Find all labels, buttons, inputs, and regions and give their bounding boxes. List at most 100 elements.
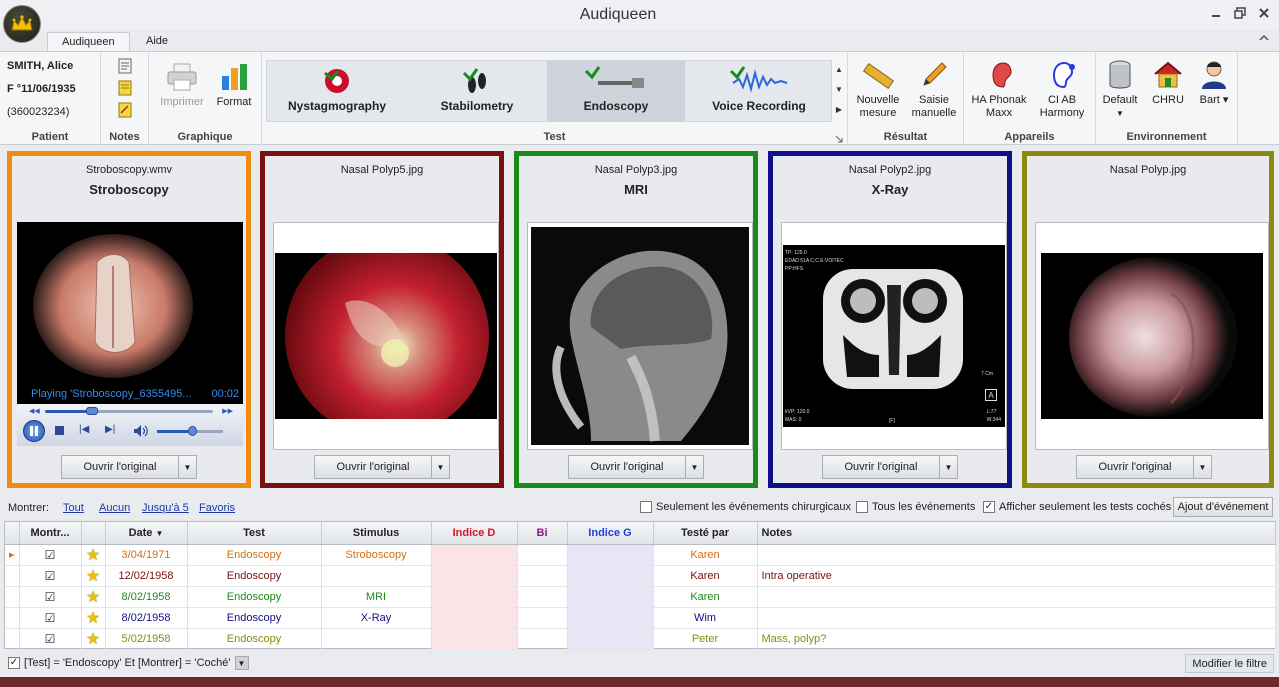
filter-status-bar: ✓ [Test] = 'Endoscopy' Et [Montrer] = 'C… xyxy=(0,652,1279,676)
minimize-icon[interactable] xyxy=(1209,6,1223,20)
all-events-checkbox[interactable]: Tous les événements xyxy=(856,501,975,513)
open-original-button[interactable]: Ouvrir l'original ▼ xyxy=(1076,455,1212,479)
favorite-star-icon[interactable]: ★ xyxy=(81,544,106,566)
open-original-button[interactable]: Ouvrir l'original ▼ xyxy=(314,455,450,479)
open-original-button[interactable]: Ouvrir l'original ▼ xyxy=(822,455,958,479)
hearing-aid-button[interactable]: HA Phonak Maxx xyxy=(968,58,1030,120)
rewind-icon[interactable]: ◀◀ xyxy=(29,407,40,415)
scroll-more-icon[interactable]: ▶ xyxy=(834,100,844,120)
media-card-xray[interactable]: Nasal Polyp2.jpg X-Ray TP: 125.0 EDAD 51… xyxy=(768,151,1012,488)
chevron-down-icon[interactable]: ▼ xyxy=(939,456,957,478)
image-frame[interactable] xyxy=(527,222,753,450)
open-original-button[interactable]: Ouvrir l'original ▼ xyxy=(568,455,704,479)
video-player[interactable]: Playing 'Stroboscopy_6355495... 00:02 ◀◀… xyxy=(17,222,243,446)
dialog-launcher-icon[interactable] xyxy=(835,134,843,143)
filter-enabled-checkbox[interactable]: ✓ xyxy=(8,657,20,669)
show-checkbox[interactable]: ☑ xyxy=(19,565,82,587)
note-edit-icon[interactable] xyxy=(117,102,133,121)
chevron-down-icon[interactable]: ▼ xyxy=(178,456,196,478)
default-env-button[interactable]: Default ▼ xyxy=(1098,58,1142,120)
column-header-index-left[interactable]: Indice G xyxy=(567,522,654,545)
table-row[interactable]: ☑ ★ 5/02/1958 Endoscopy Peter Mass, poly… xyxy=(5,628,1276,650)
add-event-button[interactable]: Ajout d'événement xyxy=(1173,497,1273,517)
column-header-stimulus[interactable]: Stimulus xyxy=(321,522,432,545)
column-header-test[interactable]: Test xyxy=(187,522,322,545)
media-card-stroboscopy[interactable]: Stroboscopy.wmv Stroboscopy Playing 'Str… xyxy=(7,151,251,488)
chevron-down-icon[interactable]: ▼ xyxy=(1193,456,1211,478)
show-checkbox[interactable]: ☑ xyxy=(19,544,82,566)
favorite-star-icon[interactable]: ★ xyxy=(81,628,106,650)
close-icon[interactable] xyxy=(1257,6,1271,20)
media-card-nasal-polyp5[interactable]: Nasal Polyp5.jpg Ouvrir l'original ▼ xyxy=(260,151,504,488)
print-button[interactable]: Imprimer xyxy=(157,60,207,109)
checkbox-box[interactable]: ✓ xyxy=(983,501,995,513)
chru-button[interactable]: CHRU xyxy=(1146,58,1190,107)
restore-icon[interactable] xyxy=(1233,6,1247,20)
volume-handle[interactable] xyxy=(188,426,198,436)
filter-link-up-to-5[interactable]: Jusqu'à 5 xyxy=(142,502,189,514)
surgical-only-checkbox[interactable]: Seulement les événements chirurgicaux xyxy=(640,501,851,513)
table-row[interactable]: ▶ ☑ ★ 3/04/1971 Endoscopy Stroboscopy Ka… xyxy=(5,544,1276,566)
volume-icon[interactable] xyxy=(133,424,149,441)
image-frame[interactable] xyxy=(1035,222,1269,450)
note-list-icon[interactable] xyxy=(117,58,133,77)
appareils-group: HA Phonak Maxx CI AB Harmony Appareils xyxy=(964,52,1096,145)
favorite-star-icon[interactable]: ★ xyxy=(81,565,106,587)
filter-link-all[interactable]: Tout xyxy=(63,502,84,514)
tab-audiqueen[interactable]: Audiqueen xyxy=(47,32,130,52)
show-checkbox[interactable]: ☑ xyxy=(19,586,82,608)
favorite-star-icon[interactable]: ★ xyxy=(81,607,106,629)
new-measure-button[interactable]: Nouvelle mesure xyxy=(854,58,902,120)
format-button[interactable]: Format xyxy=(211,60,257,109)
app-logo[interactable] xyxy=(3,5,41,43)
image-frame[interactable] xyxy=(273,222,499,450)
column-header-index-right[interactable]: Indice D xyxy=(431,522,518,545)
image-frame[interactable]: TP: 125.0 EDAD 51A C:C E:VOITEC PP:HFS 7… xyxy=(781,222,1007,450)
cochlear-implant-button[interactable]: CI AB Harmony xyxy=(1032,58,1092,120)
media-card-nasal-polyp[interactable]: Nasal Polyp.jpg Ouvrir l'original ▼ xyxy=(1022,151,1274,488)
user-button[interactable]: Bart ▾ xyxy=(1194,58,1234,107)
fast-forward-icon[interactable]: ▶▶ xyxy=(222,407,233,415)
tab-aide[interactable]: Aide xyxy=(132,32,182,52)
gallery-scroll[interactable]: ▲ ▼ ▶ xyxy=(834,60,844,122)
open-original-button[interactable]: Ouvrir l'original ▼ xyxy=(61,455,197,479)
column-header-show[interactable]: Montr... xyxy=(19,522,82,545)
test-item-stabilometry[interactable]: Stabilometry xyxy=(409,61,545,121)
favorite-star-icon[interactable]: ★ xyxy=(81,586,106,608)
filter-link-none[interactable]: Aucun xyxy=(99,502,130,514)
column-header-date[interactable]: Date ▼ xyxy=(105,522,188,545)
test-item-nystagmography[interactable]: Nystagmography xyxy=(269,61,405,121)
scroll-down-icon[interactable]: ▼ xyxy=(834,80,844,100)
checkbox-box[interactable] xyxy=(856,501,868,513)
volume-slider[interactable] xyxy=(157,426,223,436)
seek-handle[interactable] xyxy=(86,407,99,415)
chevron-down-icon[interactable]: ▼ xyxy=(685,456,703,478)
previous-icon[interactable]: |◀ xyxy=(79,424,89,435)
modify-filter-button[interactable]: Modifier le filtre xyxy=(1185,654,1274,673)
column-header-tested-by[interactable]: Testé par xyxy=(653,522,758,545)
column-header-favorite[interactable] xyxy=(81,522,106,545)
show-checkbox[interactable]: ☑ xyxy=(19,628,82,650)
table-row[interactable]: ☑ ★ 8/02/1958 Endoscopy MRI Karen xyxy=(5,586,1276,608)
checkbox-box[interactable] xyxy=(640,501,652,513)
test-item-voice-recording[interactable]: Voice Recording xyxy=(689,61,829,121)
checked-tests-only-checkbox[interactable]: ✓ Afficher seulement les tests cochés xyxy=(983,501,1171,513)
filter-link-favorites[interactable]: Favoris xyxy=(199,502,235,514)
media-card-mri[interactable]: Nasal Polyp3.jpg MRI Ouvrir l'original ▼ xyxy=(514,151,758,488)
help-icon[interactable] xyxy=(1257,34,1271,48)
chevron-down-icon[interactable]: ▼ xyxy=(431,456,449,478)
stop-icon[interactable] xyxy=(55,426,64,435)
column-header-bi[interactable]: Bi xyxy=(517,522,568,545)
next-icon[interactable]: ▶| xyxy=(105,424,115,435)
show-checkbox[interactable]: ☑ xyxy=(19,607,82,629)
table-row[interactable]: ☑ ★ 8/02/1958 Endoscopy X-Ray Wim xyxy=(5,607,1276,629)
scroll-up-icon[interactable]: ▲ xyxy=(834,60,844,80)
pause-icon[interactable] xyxy=(23,420,45,442)
manual-entry-button[interactable]: Saisie manuelle xyxy=(908,58,960,120)
filter-dropdown-icon[interactable]: ▼ xyxy=(234,656,249,670)
table-row[interactable]: ☑ ★ 12/02/1958 Endoscopy Karen Intra ope… xyxy=(5,565,1276,587)
test-item-endoscopy[interactable]: Endoscopy xyxy=(547,61,685,121)
note-yellow-icon[interactable] xyxy=(117,80,133,99)
seek-bar[interactable] xyxy=(45,407,213,415)
column-header-notes[interactable]: Notes xyxy=(757,522,1276,545)
